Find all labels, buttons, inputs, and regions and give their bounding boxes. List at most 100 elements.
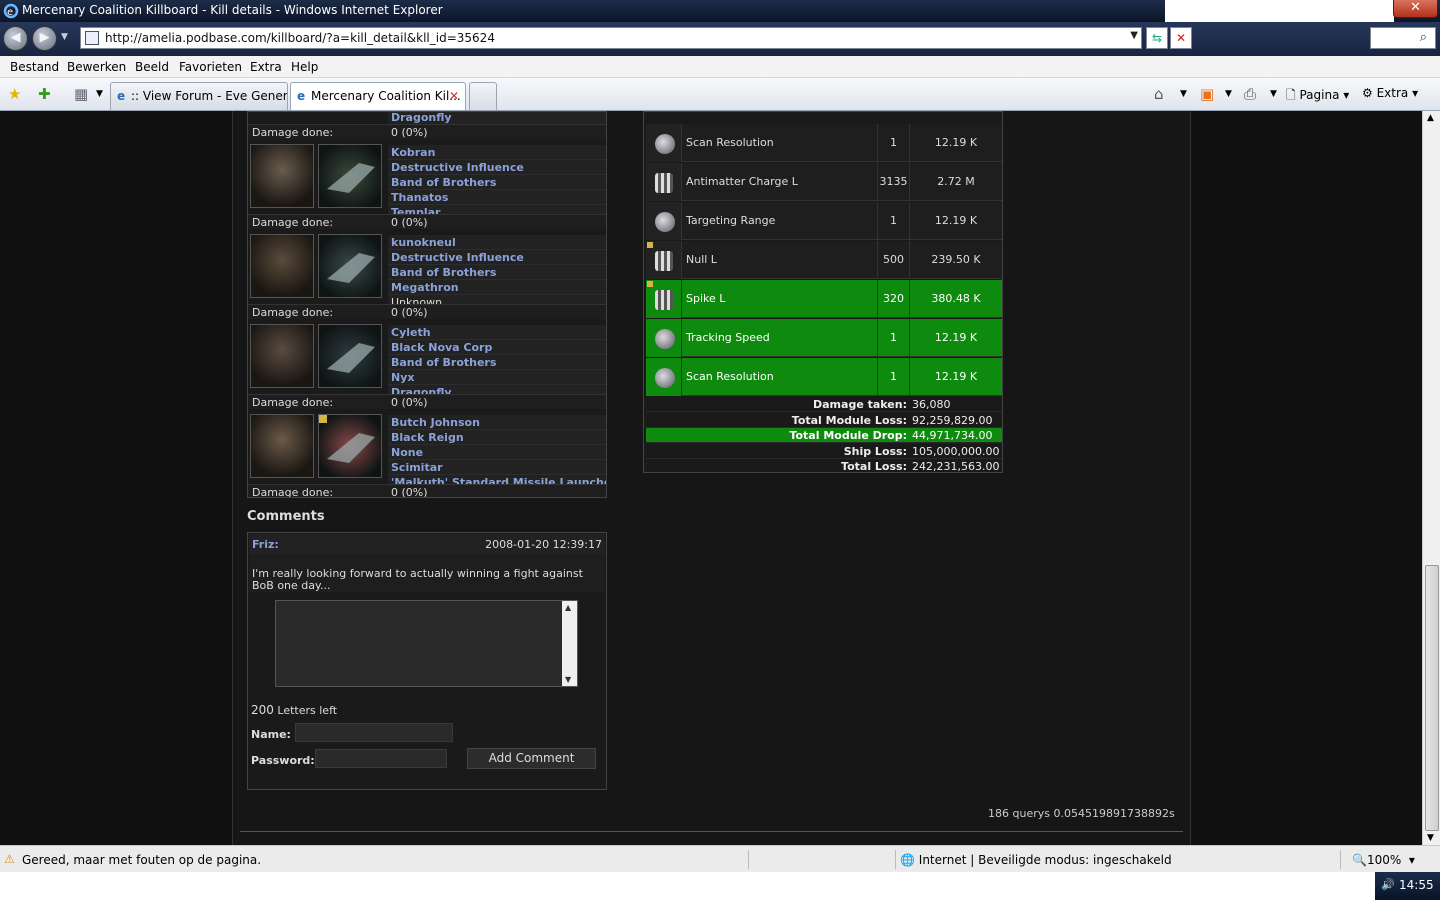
menu-extra[interactable]: Extra xyxy=(250,60,282,74)
item-value: 239.50 K xyxy=(909,241,1002,279)
party-line-2[interactable]: Band of Brothers xyxy=(388,355,606,370)
textarea-scrollbar[interactable]: ▲ ▼ xyxy=(562,601,577,686)
menu-favorieten[interactable]: Favorieten xyxy=(179,60,242,74)
print-dropdown-icon[interactable]: ▼ xyxy=(1270,89,1277,99)
volume-icon[interactable]: 🔊 xyxy=(1381,878,1395,891)
forward-button[interactable]: ▶ xyxy=(32,26,57,51)
party-line-2[interactable]: Band of Brothers xyxy=(388,175,606,190)
feeds-icon[interactable]: ▣ xyxy=(1200,85,1214,103)
item-icon-cell[interactable] xyxy=(646,202,682,240)
tab-killboard[interactable]: e Mercenary Coalition Kil... ✕ xyxy=(290,82,466,110)
favorites-star-icon[interactable]: ★ xyxy=(8,85,21,103)
clock: 14:55 xyxy=(1399,878,1434,892)
menu-bestand[interactable]: Bestand xyxy=(10,60,59,74)
party-line-1[interactable]: Black Nova Corp xyxy=(388,340,606,355)
item-row[interactable]: Antimatter Charge L 3135 2.72 M xyxy=(646,163,1002,201)
back-button[interactable]: ◀ xyxy=(3,26,28,51)
scroll-thumb[interactable] xyxy=(1425,565,1439,831)
party-line-3[interactable]: Scimitar xyxy=(388,460,606,475)
item-row[interactable]: Targeting Range 1 12.19 K xyxy=(646,202,1002,240)
ship-silhouette-icon xyxy=(327,163,375,193)
menu-beeld[interactable]: Beeld xyxy=(135,60,169,74)
party-ship-link[interactable]: Dragonfly xyxy=(388,112,606,125)
page-menu-button[interactable]: 🗋 Pagina ▾ xyxy=(1286,86,1349,107)
item-row[interactable]: Tracking Speed 1 12.19 K xyxy=(646,319,1002,357)
scroll-down-icon[interactable]: ▼ xyxy=(565,675,571,684)
item-icon-cell[interactable] xyxy=(646,358,682,396)
pilot-portrait[interactable] xyxy=(250,324,314,388)
print-icon[interactable]: ⎙ xyxy=(1244,85,1256,103)
damage-value: 0 (0%) xyxy=(388,214,606,229)
scroll-up-icon[interactable]: ▲ xyxy=(565,603,571,612)
party-line-3[interactable]: Thanatos xyxy=(388,190,606,205)
ship-image[interactable] xyxy=(318,234,382,298)
damage-value: 0 (0%) xyxy=(388,304,606,319)
extra-menu-button[interactable]: ⚙ Extra ▾ xyxy=(1362,86,1418,100)
add-favorite-icon[interactable]: ✚ xyxy=(38,85,51,103)
search-input[interactable]: ⌕ xyxy=(1370,27,1436,49)
party-line-3[interactable]: Megathron xyxy=(388,280,606,295)
party-line-0[interactable]: Butch Johnson xyxy=(388,415,606,430)
address-input[interactable]: http://amelia.podbase.com/killboard/?a=k… xyxy=(80,27,1142,49)
address-url: http://amelia.podbase.com/killboard/?a=k… xyxy=(105,31,495,45)
stop-button[interactable]: ✕ xyxy=(1170,27,1192,49)
charge-icon xyxy=(655,173,673,193)
summary-value: 242,231,563.00 xyxy=(912,460,1000,473)
ship-image[interactable] xyxy=(318,414,382,478)
item-icon-cell[interactable] xyxy=(646,124,682,162)
warning-icon[interactable]: ⚠ xyxy=(4,852,15,866)
tab-list-dropdown-icon[interactable]: ▼ xyxy=(96,89,103,99)
party-line-3[interactable]: Nyx xyxy=(388,370,606,385)
address-dropdown-icon[interactable]: ▼ xyxy=(1130,30,1138,41)
close-window-button[interactable]: ✕ xyxy=(1393,0,1438,18)
new-tab-button[interactable] xyxy=(469,82,497,110)
ie-tab-icon: e xyxy=(297,89,306,103)
tab-view-forum[interactable]: e:: View Forum - Eve General xyxy=(110,82,288,110)
scroll-up-icon[interactable]: ▲ xyxy=(1427,113,1434,123)
close-tab-icon[interactable]: ✕ xyxy=(449,83,459,109)
party-line-1[interactable]: Destructive Influence xyxy=(388,160,606,175)
item-qty: 500 xyxy=(877,241,909,279)
feeds-dropdown-icon[interactable]: ▼ xyxy=(1225,89,1232,99)
home-icon[interactable]: ⌂ xyxy=(1154,85,1164,103)
item-icon-cell[interactable] xyxy=(646,163,682,201)
page-scrollbar[interactable]: ▲ ▼ xyxy=(1422,111,1440,845)
security-zone[interactable]: 🌐 Internet | Beveiligde modus: ingeschak… xyxy=(900,853,1172,867)
name-input[interactable] xyxy=(295,723,453,742)
party-line-0[interactable]: Kobran xyxy=(388,145,606,160)
quick-tabs-icon[interactable]: ▦ xyxy=(74,85,88,103)
party-line-2[interactable]: Band of Brothers xyxy=(388,265,606,280)
add-comment-button[interactable]: Add Comment xyxy=(467,748,596,769)
item-icon-cell[interactable] xyxy=(646,319,682,357)
password-input[interactable] xyxy=(315,749,447,768)
home-dropdown-icon[interactable]: ▼ xyxy=(1180,89,1187,99)
comment-textarea[interactable]: ▲ ▼ xyxy=(275,600,578,687)
ship-image[interactable] xyxy=(318,144,382,208)
refresh-button[interactable]: ⇆ xyxy=(1146,27,1168,49)
pilot-portrait[interactable] xyxy=(250,234,314,298)
pilot-portrait[interactable] xyxy=(250,144,314,208)
item-row[interactable]: Null L 500 239.50 K xyxy=(646,241,1002,279)
party-line-0[interactable]: kunokneul xyxy=(388,235,606,250)
pilot-portrait[interactable] xyxy=(250,414,314,478)
scroll-down-icon[interactable]: ▼ xyxy=(1427,833,1434,843)
party-line-2[interactable]: None xyxy=(388,445,606,460)
zoom-level[interactable]: 🔍100% ▾ xyxy=(1352,853,1415,867)
damage-value: 0 (0%) xyxy=(388,484,606,497)
comment-text: I'm really looking forward to actually w… xyxy=(249,554,605,592)
menu-bewerken[interactable]: Bewerken xyxy=(67,60,126,74)
item-row[interactable]: Spike L 320 380.48 K xyxy=(646,280,1002,318)
history-dropdown-icon[interactable]: ▼ xyxy=(61,32,68,42)
item-row[interactable]: Scan Resolution 1 12.19 K xyxy=(646,124,1002,162)
party-line-0[interactable]: Cyleth xyxy=(388,325,606,340)
item-icon-cell[interactable] xyxy=(646,241,682,279)
party-line-1[interactable]: Black Reign xyxy=(388,430,606,445)
page-menu-label: Pagina xyxy=(1299,88,1340,102)
item-row[interactable]: Scan Resolution 1 12.19 K xyxy=(646,358,1002,396)
ship-image[interactable] xyxy=(318,324,382,388)
search-icon: ⌕ xyxy=(1419,30,1427,45)
party-line-1[interactable]: Destructive Influence xyxy=(388,250,606,265)
menu-help[interactable]: Help xyxy=(291,60,318,74)
item-icon-cell[interactable] xyxy=(646,280,682,318)
item-value: 2.72 M xyxy=(909,163,1002,201)
